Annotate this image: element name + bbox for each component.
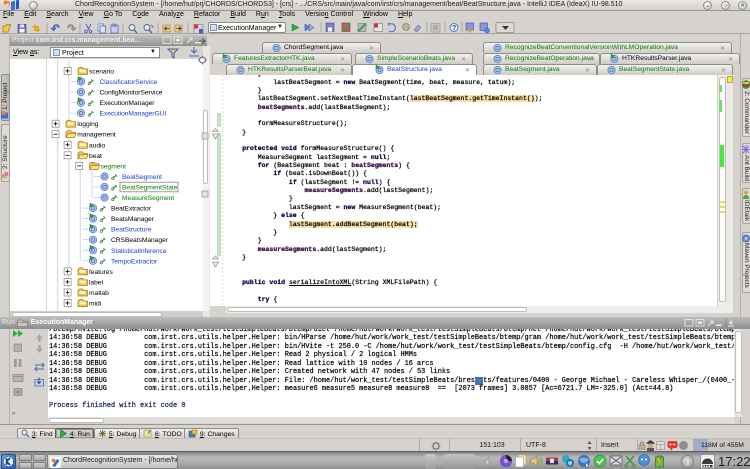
svg-text:beat: beat bbox=[89, 153, 102, 160]
svg-text:BeatSegment: BeatSegment bbox=[122, 174, 162, 181]
svg-text:segment: segment bbox=[101, 163, 126, 170]
svg-text:ConfigMonitorService: ConfigMonitorService bbox=[100, 90, 163, 97]
svg-text:logging: logging bbox=[77, 121, 99, 128]
svg-text:TempoExtractor: TempoExtractor bbox=[111, 258, 158, 265]
svg-text:BeatStructure: BeatStructure bbox=[111, 227, 152, 234]
svg-text:label: label bbox=[89, 279, 103, 286]
svg-text:ExecutionManagerGUI: ExecutionManagerGUI bbox=[100, 111, 167, 118]
svg-text:matlab: matlab bbox=[89, 290, 109, 297]
svg-text:StatisticalInference: StatisticalInference bbox=[111, 248, 167, 255]
svg-text:?: ? bbox=[452, 25, 456, 32]
svg-text:scenario: scenario bbox=[89, 68, 114, 75]
svg-text:MeasureSegment: MeasureSegment bbox=[122, 195, 174, 202]
svg-text:features: features bbox=[89, 269, 113, 276]
svg-text:ClassificatorService: ClassificatorService bbox=[100, 79, 158, 86]
svg-text:midi: midi bbox=[89, 301, 102, 308]
svg-text:audio: audio bbox=[89, 142, 105, 149]
svg-text:management: management bbox=[77, 132, 116, 139]
svg-text:BeatSegmentState: BeatSegmentState bbox=[122, 185, 178, 192]
svg-text:ExecutionManager: ExecutionManager bbox=[100, 100, 156, 107]
svg-text:BeatsManager: BeatsManager bbox=[111, 216, 155, 223]
svg-text:BeatExtractor: BeatExtractor bbox=[111, 206, 152, 213]
svg-text:CRSBeatsManager: CRSBeatsManager bbox=[111, 237, 169, 244]
